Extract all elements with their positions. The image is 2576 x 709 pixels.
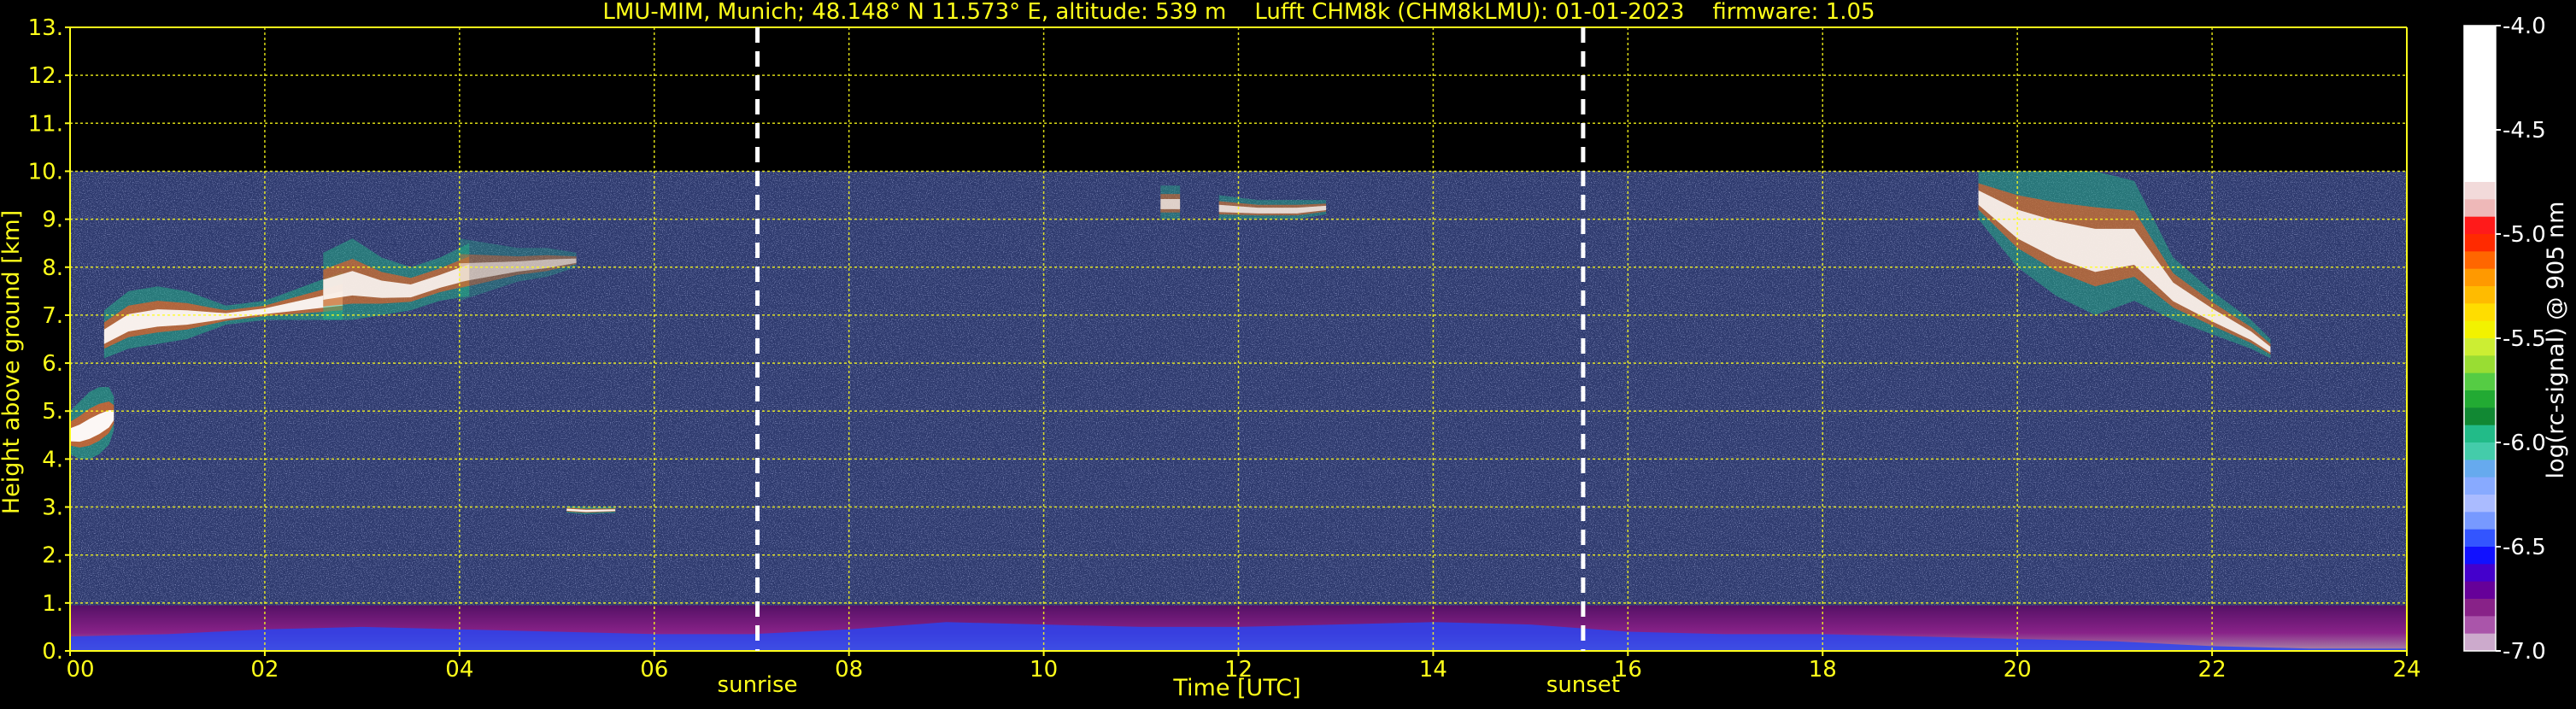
y-tick-label: 12. <box>28 63 63 89</box>
colorbar: -4.0 -4.5 -5.0 -5.5 -6.0 -6.5 -7.0 <box>2463 14 2546 665</box>
x-tick-label: 22 <box>2198 657 2227 683</box>
colorbar-segment <box>2464 147 2496 166</box>
colorbar-segment <box>2464 460 2496 478</box>
y-tick-label: 3. <box>42 495 63 521</box>
x-tick-label: 20 <box>2004 657 2032 683</box>
colorbar-segment <box>2464 78 2496 96</box>
event-label: sunrise <box>718 672 798 698</box>
colorbar-segment <box>2464 512 2496 530</box>
colorbar-tick-label: -4.5 <box>2503 118 2546 144</box>
colorbar-segment <box>2464 234 2496 252</box>
colorbar-segment <box>2464 477 2496 495</box>
colorbar-segment <box>2464 547 2496 565</box>
colorbar-tick-label: -5.0 <box>2503 222 2546 248</box>
colorbar-segment <box>2464 95 2496 114</box>
x-tick-label: 14 <box>1419 657 1447 683</box>
x-tick-label: 04 <box>445 657 473 683</box>
x-tick-label: 06 <box>640 657 668 683</box>
colorbar-segment <box>2464 338 2496 356</box>
colorbar-segment <box>2464 303 2496 322</box>
colorbar-segment <box>2464 581 2496 600</box>
colorbar-segment <box>2464 216 2496 235</box>
colorbar-segment <box>2464 372 2496 391</box>
y-tick-label: 1. <box>42 591 63 617</box>
colorbar-segment <box>2464 442 2496 460</box>
x-tick-label: 10 <box>1030 657 1058 683</box>
y-tick-label: 0. <box>42 639 63 665</box>
x-tick-label: 00 <box>66 657 94 683</box>
y-tick-label: 6. <box>42 351 63 377</box>
cloud-core <box>1160 199 1181 209</box>
colorbar-segment <box>2464 599 2496 617</box>
x-tick-label: 24 <box>2392 657 2421 683</box>
colorbar-tick-label: -4.0 <box>2503 14 2546 39</box>
colorbar-segment <box>2464 182 2496 200</box>
colorbar-segment <box>2464 320 2496 339</box>
y-tick-label: 9. <box>42 208 63 233</box>
colorbar-segment <box>2464 633 2496 652</box>
colorbar-segment <box>2464 616 2496 635</box>
x-tick-label: 18 <box>1809 657 1837 683</box>
colorbar-segment <box>2464 112 2496 131</box>
ceilometer-chart: LMU-MIM, Munich; 48.148° N 11.573° E, al… <box>0 0 2576 706</box>
colorbar-segment <box>2464 355 2496 374</box>
cloud-layer <box>1160 185 1181 220</box>
colorbar-segment <box>2464 407 2496 426</box>
y-tick-label: 5. <box>42 399 63 425</box>
y-tick-label: 8. <box>42 255 63 281</box>
colorbar-label: log(rc-signal) @ 905 nm <box>2543 202 2569 479</box>
y-tick-label: 2. <box>42 543 63 569</box>
colorbar-segment <box>2464 425 2496 443</box>
colorbar-segment <box>2464 286 2496 304</box>
colorbar-segment <box>2464 26 2496 44</box>
colorbar-tick-label: -6.5 <box>2503 535 2546 560</box>
colorbar-tick-label: -6.0 <box>2503 431 2546 456</box>
colorbar-tick-label: -7.0 <box>2503 639 2546 665</box>
colorbar-segment <box>2464 199 2496 218</box>
colorbar-segment <box>2464 564 2496 583</box>
chart-svg: LMU-MIM, Munich; 48.148° N 11.573° E, al… <box>0 0 2569 701</box>
colorbar-segment <box>2464 60 2496 79</box>
y-tick-label: 7. <box>42 303 63 329</box>
y-tick-label: 10. <box>28 159 63 185</box>
colorbar-segment <box>2464 164 2496 183</box>
x-tick-label: 02 <box>250 657 279 683</box>
colorbar-segment <box>2464 495 2496 513</box>
x-tick-label: 08 <box>835 657 863 683</box>
colorbar-tick-label: -5.5 <box>2503 326 2546 352</box>
chart-title: LMU-MIM, Munich; 48.148° N 11.573° E, al… <box>602 0 1875 25</box>
colorbar-segment <box>2464 43 2496 62</box>
y-tick-label: 13. <box>28 15 63 41</box>
colorbar-segment <box>2464 529 2496 548</box>
y-tick-label: 11. <box>28 111 63 137</box>
event-label: sunset <box>1546 672 1620 698</box>
colorbar-segment <box>2464 251 2496 270</box>
x-tick-label: 12 <box>1224 657 1253 683</box>
colorbar-segment <box>2464 268 2496 287</box>
colorbar-segment <box>2464 130 2496 148</box>
y-axis-title: Height above ground [km] <box>0 210 25 514</box>
colorbar-segment <box>2464 390 2496 408</box>
y-tick-label: 4. <box>42 447 63 472</box>
